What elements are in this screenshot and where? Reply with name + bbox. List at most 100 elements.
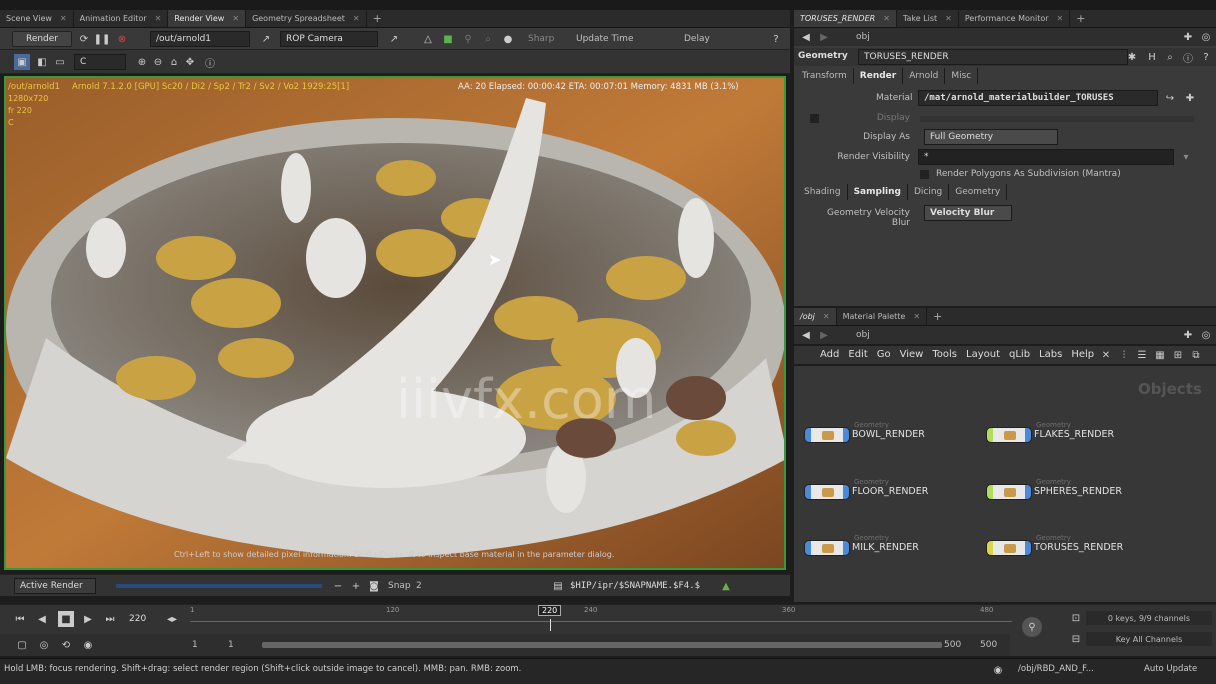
jump-icon[interactable]: ↗ xyxy=(258,31,274,47)
active-render-select[interactable]: Active Render xyxy=(14,578,96,594)
network-path[interactable]: obj xyxy=(856,330,870,340)
render-visibility-field[interactable]: * xyxy=(918,149,1174,165)
node-name-spheres[interactable]: SPHERES_RENDER xyxy=(1034,486,1122,497)
tree-icon[interactable]: ⫶ xyxy=(1116,347,1132,363)
menu-layout[interactable]: Layout xyxy=(966,349,1000,360)
tab-take-list[interactable]: Take List ✕ xyxy=(897,10,959,27)
channel-select[interactable]: C xyxy=(74,54,126,70)
range-slider[interactable] xyxy=(262,642,942,648)
subtab-shading[interactable]: Shading xyxy=(798,184,848,200)
menu-help[interactable]: Help xyxy=(1071,349,1094,360)
material-chooser-icon[interactable]: ✚ xyxy=(1182,90,1198,106)
node-name-toruses[interactable]: TORUSES_RENDER xyxy=(1034,542,1123,553)
velocity-blur-select[interactable]: Velocity Blur xyxy=(924,205,1012,221)
param-network-path[interactable]: obj xyxy=(856,32,870,42)
node-spheres-render[interactable] xyxy=(986,484,1032,500)
material-field[interactable]: /mat/arnold_materialbuilder_TORUSES xyxy=(918,90,1158,106)
subtab-dicing[interactable]: Dicing xyxy=(908,184,950,200)
auto-update[interactable]: Auto Update xyxy=(1144,664,1197,674)
subtab-sampling[interactable]: Sampling xyxy=(847,184,908,200)
info-node-icon[interactable]: ⓘ xyxy=(1180,49,1196,65)
zoom-out-icon[interactable]: ⊖ xyxy=(150,54,166,70)
menu-go[interactable]: Go xyxy=(877,349,891,360)
key-all-button[interactable]: Key All Channels xyxy=(1086,632,1212,646)
tab-scene-view[interactable]: Scene View ✕ xyxy=(0,10,74,27)
snap-value[interactable]: 2 xyxy=(416,581,422,591)
display-checkbox[interactable] xyxy=(810,114,819,123)
minus-icon[interactable]: − xyxy=(330,578,346,594)
subtab-geometry[interactable]: Geometry xyxy=(949,184,1008,200)
range-end-a[interactable]: 500 xyxy=(944,640,961,650)
key-tool-icon[interactable]: ⚲ xyxy=(1022,617,1042,637)
stop-play-icon[interactable]: ■ xyxy=(58,611,74,627)
rop-path-field[interactable]: /out/arnold1 xyxy=(150,31,250,47)
tab-animation-editor[interactable]: Animation Editor ✕ xyxy=(74,10,169,27)
menu-tools[interactable]: Tools xyxy=(932,349,957,360)
material-jump-icon[interactable]: ↪ xyxy=(1162,90,1178,106)
menu-view[interactable]: View xyxy=(900,349,924,360)
pause-icon[interactable]: ❚❚ xyxy=(94,31,111,47)
tab-obj[interactable]: /obj ✕ xyxy=(794,308,837,325)
tab-transform[interactable]: Transform xyxy=(796,68,854,84)
add-tab-button[interactable]: + xyxy=(367,10,388,27)
grid-icon[interactable]: ▦ xyxy=(1152,347,1168,363)
chat-icon[interactable]: ◉ xyxy=(990,662,1006,678)
monitor-icon[interactable]: ▭ xyxy=(52,54,68,70)
visibility-menu-icon[interactable]: ▾ xyxy=(1178,149,1194,165)
range-start-a[interactable]: 1 xyxy=(192,640,198,650)
node-floor-render[interactable] xyxy=(804,484,850,500)
snap-path[interactable]: $HIP/ipr/$SNAPNAME.$F4.$ xyxy=(570,581,700,591)
refresh-icon[interactable]: ⟳ xyxy=(76,31,92,47)
realtime-icon[interactable]: ◎ xyxy=(36,637,52,653)
zoom-icon[interactable]: ⌕ xyxy=(480,31,496,47)
snapshot-slider[interactable] xyxy=(116,584,322,588)
menu-labs[interactable]: Labs xyxy=(1039,349,1062,360)
net-forward-icon[interactable]: ▶ xyxy=(816,327,832,343)
loop-icon[interactable]: ⟲ xyxy=(58,637,74,653)
step-icon[interactable]: ◂▸ xyxy=(164,611,180,627)
settings-icon[interactable]: ◉ xyxy=(80,637,96,653)
net-link-icon[interactable]: ◎ xyxy=(1198,327,1214,343)
jump-end-icon[interactable]: ⏭ xyxy=(102,611,118,627)
node-milk-render[interactable] xyxy=(804,540,850,556)
help-icon[interactable]: ? xyxy=(768,31,784,47)
save-snap-icon[interactable]: ▤ xyxy=(550,578,566,594)
node-name-floor[interactable]: FLOOR_RENDER xyxy=(852,486,928,497)
key-all-icon[interactable]: ⊟ xyxy=(1068,631,1084,647)
tab-toruses-render[interactable]: TORUSES_RENDER ✕ xyxy=(794,10,897,27)
view-mode-icon[interactable]: ▣ xyxy=(14,54,30,70)
back-icon[interactable]: ◀ xyxy=(798,29,814,45)
triangle-icon[interactable]: △ xyxy=(420,31,436,47)
playhead-marker[interactable]: 220 xyxy=(538,605,562,616)
tab-misc[interactable]: Misc xyxy=(945,68,979,84)
pin-panel-icon[interactable]: ✚ xyxy=(1180,29,1196,45)
menu-add[interactable]: Add xyxy=(820,349,839,360)
hscript-icon[interactable]: H xyxy=(1144,49,1160,65)
list-icon[interactable]: ☰ xyxy=(1134,347,1150,363)
node-bowl-render[interactable] xyxy=(804,427,850,443)
range-end-b[interactable]: 500 xyxy=(980,640,997,650)
add-network-tab-button[interactable]: + xyxy=(927,308,948,325)
tiles-icon[interactable]: ⊞ xyxy=(1170,347,1186,363)
network-view[interactable]: Objects Geometry BOWL_RENDER Geometry FL… xyxy=(794,366,1216,602)
home-icon[interactable]: ⌂ xyxy=(166,54,182,70)
current-frame-field[interactable]: 220 xyxy=(124,611,160,627)
green-square-icon[interactable]: ■ xyxy=(440,31,456,47)
camera-select[interactable]: ROP Camera xyxy=(280,31,378,47)
search-icon[interactable]: ⌕ xyxy=(1162,49,1178,65)
menu-qlib[interactable]: qLib xyxy=(1009,349,1030,360)
node-name-milk[interactable]: MILK_RENDER xyxy=(852,542,919,553)
help-node-icon[interactable]: ? xyxy=(1198,49,1214,65)
menu-edit[interactable]: Edit xyxy=(848,349,867,360)
camera-snap-icon[interactable]: ◙ xyxy=(366,578,382,594)
zoom-in-icon[interactable]: ⊕ xyxy=(134,54,150,70)
display-as-select[interactable]: Full Geometry xyxy=(924,129,1058,145)
node-name-field[interactable]: TORUSES_RENDER xyxy=(858,49,1128,65)
audio-icon[interactable]: ▢ xyxy=(14,637,30,653)
tab-render-view[interactable]: Render View ✕ xyxy=(168,10,247,27)
frame-icon[interactable]: ✥ xyxy=(182,54,198,70)
link-icon[interactable]: ◎ xyxy=(1198,29,1214,45)
net-pin-icon[interactable]: ✚ xyxy=(1180,327,1196,343)
wrench-icon[interactable]: ✕ xyxy=(1098,347,1114,363)
render-polygons-checkbox[interactable] xyxy=(920,170,929,179)
